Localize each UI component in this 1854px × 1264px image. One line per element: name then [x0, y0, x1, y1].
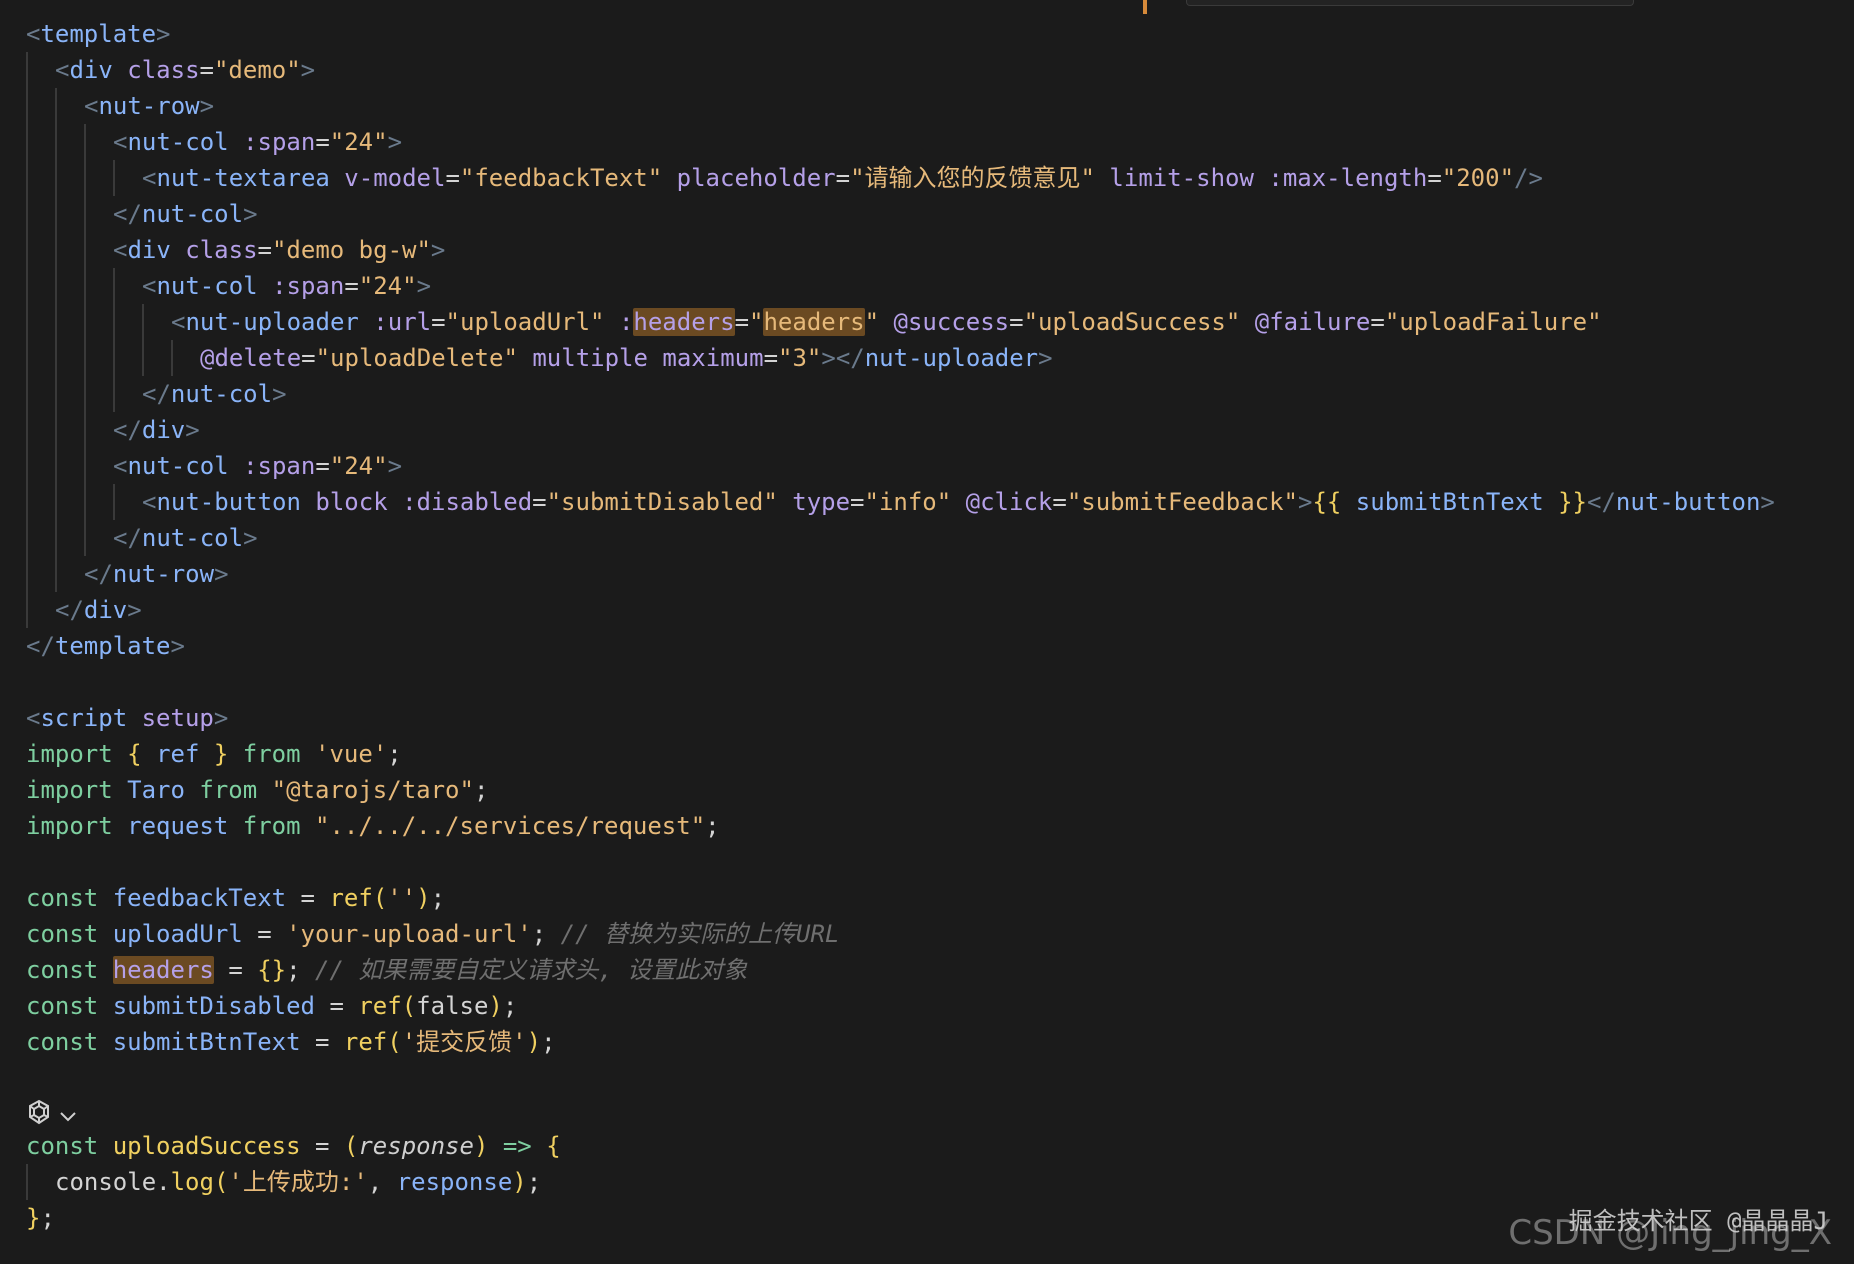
search-match-highlight: headers: [112, 956, 214, 984]
code-line: const feedbackText = ref('');: [26, 884, 446, 912]
code-line: <nut-col :span="24">: [26, 448, 1854, 484]
code-area[interactable]: <template> <div class="demo"> <nut-row> …: [26, 16, 1854, 1236]
code-line: console.log('上传成功:', response);: [26, 1164, 1854, 1200]
code-line: <nut-col :span="24">: [26, 124, 1854, 160]
code-line: import Taro from "@tarojs/taro";: [26, 776, 489, 804]
code-line: </nut-col>: [26, 196, 1854, 232]
chevron-down-icon[interactable]: [58, 1102, 78, 1122]
code-line: </nut-col>: [26, 376, 1854, 412]
code-line: <nut-textarea v-model="feedbackText" pla…: [26, 160, 1854, 196]
code-line: <script setup>: [26, 704, 229, 732]
code-line: </div>: [26, 412, 1854, 448]
code-line: <div class="demo bg-w">: [26, 232, 1854, 268]
ai-sparkle-icon[interactable]: [26, 1099, 52, 1125]
code-line: const submitDisabled = ref(false);: [26, 992, 518, 1020]
code-line: </template>: [26, 632, 185, 660]
code-line: <nut-row>: [26, 88, 1854, 124]
code-line: import request from "../../../services/r…: [26, 812, 720, 840]
code-line: <nut-uploader :url="uploadUrl" :headers=…: [26, 304, 1854, 340]
code-line: <nut-col :span="24">: [26, 268, 1854, 304]
find-widget-edge: [1186, 0, 1634, 6]
code-line: const uploadUrl = 'your-upload-url'; // …: [26, 920, 840, 948]
code-line: </nut-row>: [26, 556, 1854, 592]
code-line: const uploadSuccess = (response) => {: [26, 1132, 561, 1160]
code-line: <template>: [26, 20, 171, 48]
search-match-highlight: headers: [633, 308, 735, 336]
code-editor[interactable]: <template> <div class="demo"> <nut-row> …: [0, 0, 1854, 1264]
code-line: const submitBtnText = ref('提交反馈');: [26, 1028, 556, 1056]
code-line: @delete="uploadDelete" multiple maximum=…: [26, 340, 1854, 376]
code-line: </div>: [26, 592, 1854, 628]
code-line: </nut-col>: [26, 520, 1854, 556]
codelens-row[interactable]: [26, 1096, 1854, 1128]
code-line: import { ref } from 'vue';: [26, 740, 402, 768]
search-match-highlight: headers: [763, 308, 865, 336]
code-line: <nut-button block :disabled="submitDisab…: [26, 484, 1854, 520]
watermark-juejin: 掘金技术社区 @晶晶晶J: [1568, 1207, 1828, 1235]
code-line: const headers = {}; // 如果需要自定义请求头, 设置此对象: [26, 956, 748, 984]
top-accent-marker: [1143, 0, 1147, 14]
code-line: <div class="demo">: [26, 52, 1854, 88]
